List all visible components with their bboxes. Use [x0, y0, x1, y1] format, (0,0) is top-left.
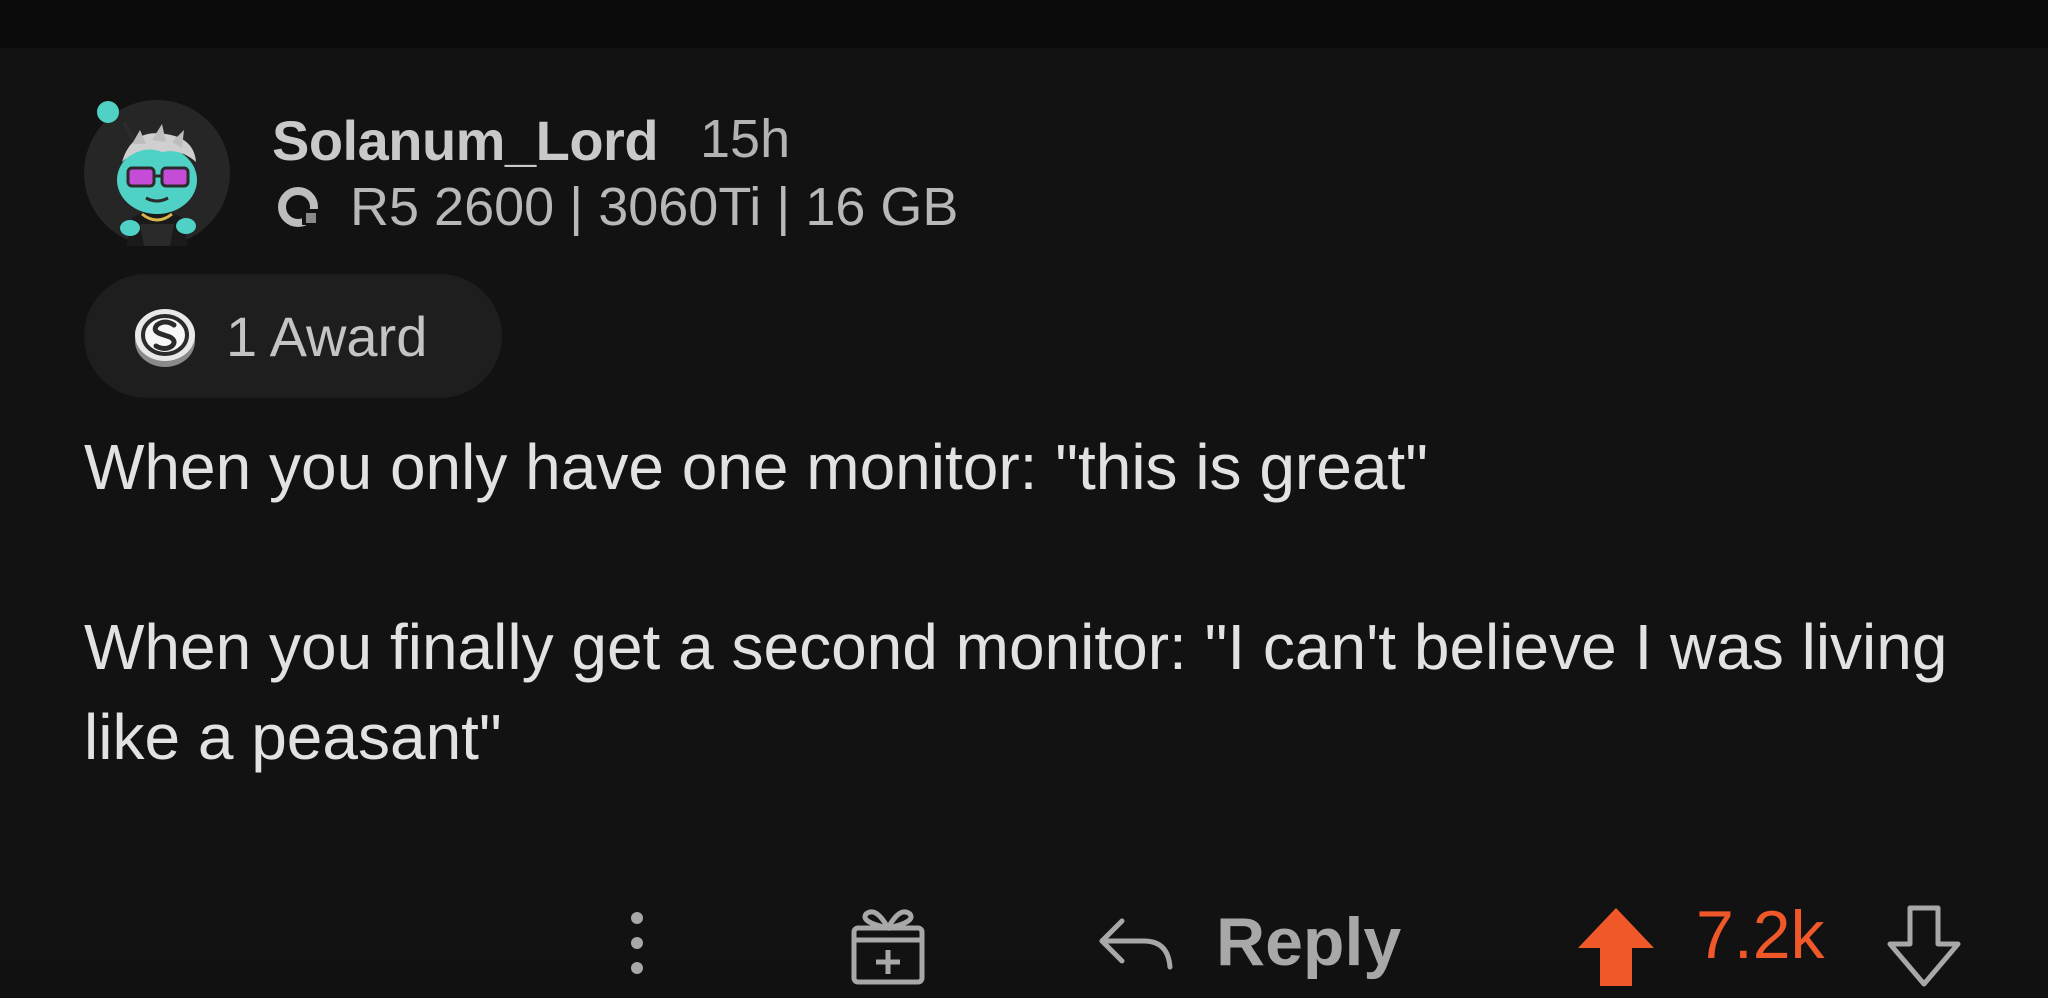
reply-button[interactable]: Reply — [1096, 892, 1401, 992]
downvote-button[interactable] — [1884, 904, 1964, 988]
comment-action-bar: Reply 7.2k — [0, 888, 2048, 998]
silver-award-icon — [135, 309, 195, 367]
reply-label: Reply — [1216, 904, 1402, 980]
upvote-arrow-icon — [1578, 908, 1654, 986]
snoo-avatar-icon — [97, 101, 197, 246]
more-options-button[interactable] — [612, 898, 662, 988]
vote-score: 7.2k — [1696, 897, 1825, 973]
comment: Solanum_Lord 15h R5 2600 | 3060Ti | 16 G… — [0, 48, 2048, 987]
ryzen-logo-icon — [278, 187, 318, 227]
comment-paragraph: When you finally get a second monitor: "… — [84, 611, 1948, 773]
upvote-button[interactable] — [1576, 904, 1656, 988]
downvote-arrow-icon — [1887, 905, 1961, 987]
awards-button[interactable]: 1 Award — [84, 274, 502, 398]
comment-body: When you only have one monitor: "this is… — [84, 422, 1984, 782]
user-flair: R5 2600 | 3060Ti | 16 GB — [272, 176, 958, 238]
user-avatar[interactable] — [84, 100, 230, 246]
more-vertical-icon — [631, 912, 643, 974]
comment-paragraph: When you only have one monitor: "this is… — [84, 431, 1428, 503]
user-flair-text: R5 2600 | 3060Ti | 16 GB — [350, 177, 959, 237]
comment-author[interactable]: Solanum_Lord — [272, 108, 659, 173]
give-award-button[interactable] — [848, 900, 928, 986]
reply-arrow-icon — [1099, 918, 1173, 970]
top-edge — [0, 0, 2048, 48]
awards-count: 1 Award — [226, 304, 428, 368]
gift-award-icon — [851, 909, 925, 985]
comment-timestamp: 15h — [700, 109, 791, 169]
